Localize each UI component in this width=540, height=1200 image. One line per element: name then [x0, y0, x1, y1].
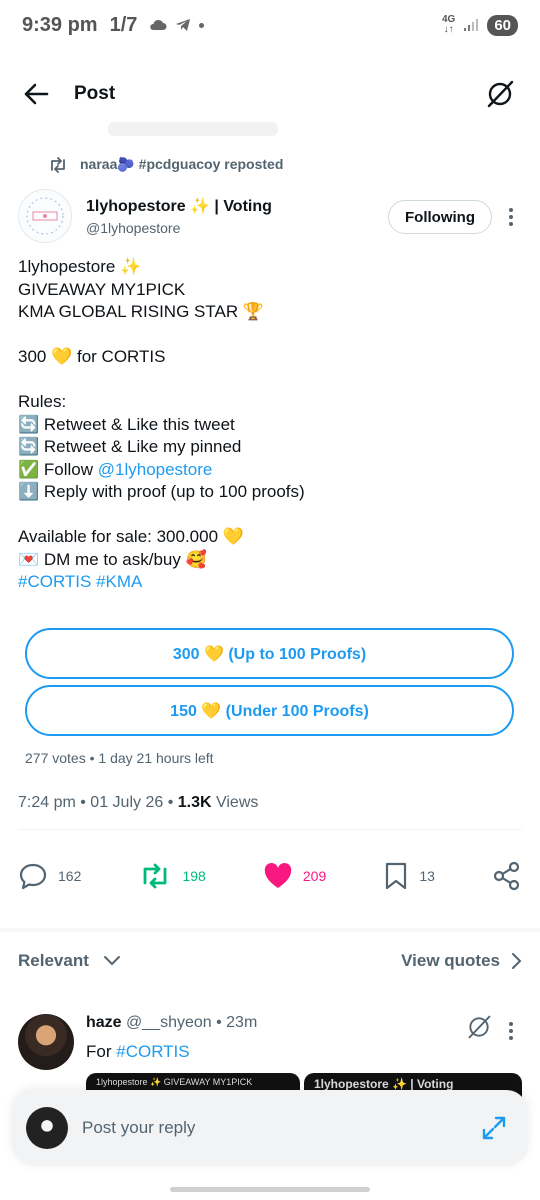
tweet-line: KMA GLOBAL RISING STAR 🏆 [18, 302, 265, 321]
tweet-line: ✅ Follow @1lyhopestore [18, 459, 518, 482]
reply-count: 162 [58, 868, 82, 884]
share-button[interactable] [492, 861, 522, 891]
reply-button[interactable]: 162 [18, 862, 81, 890]
tweet-line: 💌 DM me to ask/buy 🥰 [18, 549, 207, 569]
post-timestamp[interactable]: 7:24 pm • 01 July 26 • 1.3K Views [18, 794, 258, 812]
repost-text: naraa🫐 #pcdguacoy reposted [80, 156, 284, 172]
chevron-down-icon [103, 956, 120, 966]
time-date: 7:24 pm • 01 July 26 • [18, 794, 178, 811]
telegram-icon [176, 19, 191, 31]
expand-icon [482, 1116, 506, 1140]
store-logo-icon [26, 197, 64, 235]
repost-icon [144, 863, 167, 889]
repost-icon [51, 156, 65, 173]
sort-dropdown[interactable]: Relevant [18, 951, 122, 971]
reply-text: For #CORTIS [86, 1042, 190, 1062]
repost-count: 198 [182, 868, 206, 884]
heart-icon [264, 863, 292, 888]
action-bar: 162 198 209 13 [18, 856, 522, 896]
hashtag-links[interactable]: #CORTIS #KMA [18, 571, 518, 594]
reply-input[interactable]: Post your reply [82, 1118, 195, 1138]
app-bar: Post [0, 66, 540, 122]
grok-icon [468, 1015, 491, 1039]
notification-count: 1/7 [109, 13, 138, 36]
poll-meta: 277 votes • 1 day 21 hours left [25, 750, 214, 766]
tweet-line: Rules: [18, 392, 67, 411]
network-indicator: 4G ↓↑ [442, 15, 455, 35]
like-count: 209 [302, 868, 327, 884]
section-separator [0, 928, 540, 932]
reply-author-name[interactable]: haze [86, 1014, 122, 1031]
mention-link[interactable]: @1lyhopestore [98, 460, 213, 479]
home-indicator[interactable] [170, 1187, 370, 1192]
repost-button[interactable]: 198 [138, 863, 206, 889]
chevron-right-icon [512, 953, 522, 969]
divider [18, 829, 522, 830]
reply-hashtag[interactable]: #CORTIS [116, 1042, 189, 1061]
network-arrows: ↓↑ [443, 24, 454, 35]
reply-handle-time: @__shyeon • 23m [121, 1014, 258, 1031]
tweet-line: GIVEAWAY MY1PICK [18, 279, 186, 299]
tweet-line: Available for sale: 300.000 💛 [18, 527, 244, 546]
reply-avatar[interactable] [18, 1014, 74, 1070]
more-options-button[interactable] [500, 204, 522, 230]
grok-button[interactable] [478, 72, 522, 116]
page-title: Post [74, 83, 116, 104]
reply-composer[interactable]: Post your reply [12, 1090, 528, 1166]
dot-icon [199, 22, 205, 28]
reply-text-prefix: For [86, 1042, 117, 1061]
grok-icon [487, 80, 514, 108]
arrow-left-icon [24, 83, 49, 105]
share-icon [493, 861, 520, 891]
tweet-text: 1lyhopestore ✨ GIVEAWAY MY1PICK KMA GLOB… [18, 256, 518, 594]
view-quotes-label: View quotes [401, 951, 500, 970]
tweet-line: 300 💛 for CORTIS [18, 347, 166, 366]
author-name[interactable]: 1lyhopestore ✨ | Voting [86, 196, 272, 216]
back-button[interactable] [8, 66, 64, 122]
battery-indicator: 60 [487, 14, 518, 36]
author-avatar[interactable] [18, 189, 72, 243]
bookmark-button[interactable]: 13 [383, 861, 435, 891]
views-label: Views [211, 794, 259, 811]
scrolled-content-remnant [108, 122, 278, 136]
poll-option-1[interactable]: 300 💛 (Up to 100 Proofs) [25, 628, 514, 679]
tweet-line: 🔄 Retweet & Like this tweet [18, 414, 235, 434]
user-avatar [26, 1107, 68, 1149]
signal-icon [464, 19, 479, 31]
sort-label: Relevant [18, 951, 89, 970]
tweet-line: 1lyhopestore ✨ [18, 257, 142, 276]
status-bar: 9:39 pm 1/7 4G ↓↑ 60 [0, 0, 540, 50]
like-button[interactable]: 209 [263, 862, 326, 890]
bookmark-icon [386, 862, 407, 890]
views-count: 1.3K [177, 794, 212, 811]
tweet-line: 🔄 Retweet & Like my pinned [18, 437, 242, 456]
replies-sort-row: Relevant View quotes [18, 946, 522, 976]
status-time: 9:39 pm [22, 13, 98, 36]
repost-indicator[interactable]: naraa🫐 #pcdguacoy reposted [48, 156, 283, 173]
tweet-line-text: ✅ Follow [18, 459, 98, 479]
cloud-icon [150, 19, 167, 30]
author-row: 1lyhopestore ✨ | Voting @1lyhopestore Fo… [18, 188, 522, 244]
poll-option-2[interactable]: 150 💛 (Under 100 Proofs) [25, 685, 514, 736]
reply-more-button[interactable] [500, 1018, 522, 1044]
bookmark-count: 13 [419, 868, 435, 884]
reply-header: haze @__shyeon • 23m [86, 1014, 257, 1032]
view-quotes-link[interactable]: View quotes [401, 951, 522, 971]
expand-button[interactable] [474, 1108, 514, 1148]
status-icons [149, 18, 205, 32]
tweet-line: ⬇️ Reply with proof (up to 100 proofs) [18, 482, 305, 501]
author-handle[interactable]: @1lyhopestore [86, 220, 272, 236]
reply-icon [19, 863, 47, 890]
reply-grok-button[interactable] [466, 1014, 492, 1045]
following-button[interactable]: Following [388, 200, 492, 234]
